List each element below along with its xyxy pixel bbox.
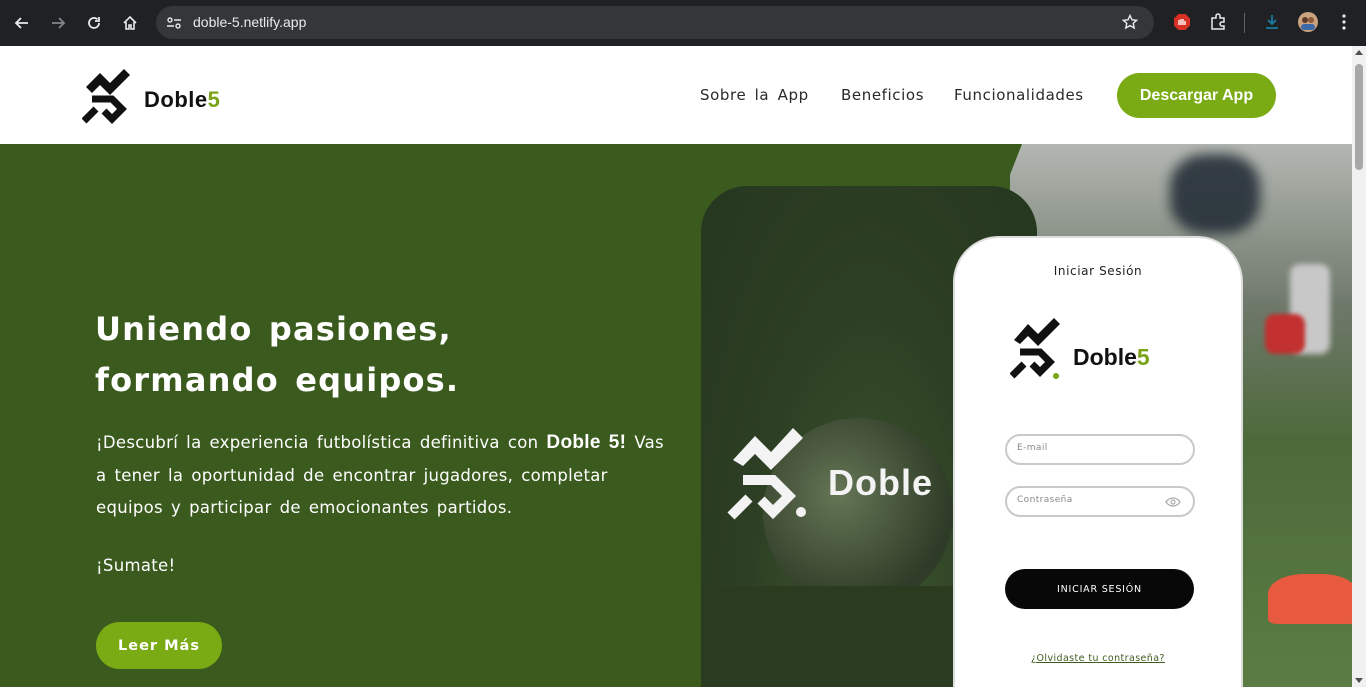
site-logo[interactable]: Doble5 xyxy=(81,65,257,125)
scrollbar-thumb[interactable] xyxy=(1355,64,1363,170)
extensions-icon[interactable] xyxy=(1205,9,1231,35)
phone-logo-mark-icon xyxy=(1009,318,1060,379)
bookmark-star-icon[interactable] xyxy=(1121,13,1139,34)
hero-title: Uniendo pasiones, formando equipos. xyxy=(95,310,460,399)
email-field[interactable]: E-mail xyxy=(1005,434,1195,465)
menu-icon[interactable] xyxy=(1331,9,1357,35)
reload-icon[interactable] xyxy=(80,9,108,37)
scroll-down-arrow-icon[interactable] xyxy=(1355,678,1363,683)
site-header: Doble5 Sobre la App Beneficios Funcional… xyxy=(0,46,1352,144)
hero-brand-name: Doble 5! xyxy=(546,432,627,453)
download-app-button[interactable]: Descargar App xyxy=(1117,73,1276,118)
hero-section: Doble Iniciar Sesión Doble5 E-mail Contr… xyxy=(0,144,1352,687)
nav-link-beneficios[interactable]: Beneficios xyxy=(841,86,924,104)
card-logo-mark-icon xyxy=(727,428,806,520)
password-field[interactable]: Contraseña xyxy=(1005,486,1195,517)
logo-text: Doble5 xyxy=(144,87,221,112)
profile-avatar-icon[interactable] xyxy=(1295,9,1321,35)
card-logo-text: Doble xyxy=(828,462,934,503)
phone-logo-text: Doble5 xyxy=(1073,344,1150,370)
hero-sumate: ¡Sumate! xyxy=(96,556,176,575)
download-icon[interactable] xyxy=(1259,9,1285,35)
show-password-eye-icon[interactable] xyxy=(1165,497,1181,507)
site-info-icon[interactable] xyxy=(166,15,182,34)
scroll-up-arrow-icon[interactable] xyxy=(1355,50,1363,55)
forgot-password-link[interactable]: ¿Olvidaste tu contraseña? xyxy=(955,653,1241,664)
login-title: Iniciar Sesión xyxy=(1053,264,1143,278)
back-icon[interactable] xyxy=(8,9,36,37)
login-button[interactable]: INICIAR SESIÓN xyxy=(1005,569,1194,609)
forward-icon[interactable] xyxy=(44,9,72,37)
nav-link-funcionalidades[interactable]: Funcionalidades xyxy=(954,86,1084,104)
page-viewport: Doble5 Sobre la App Beneficios Funcional… xyxy=(0,46,1366,687)
address-bar[interactable]: doble-5.netlify.app xyxy=(156,6,1154,39)
adblock-icon[interactable] xyxy=(1169,9,1195,35)
logo-mark-icon xyxy=(81,69,130,124)
url-text[interactable]: doble-5.netlify.app xyxy=(193,14,306,30)
browser-toolbar: doble-5.netlify.app xyxy=(0,0,1366,46)
read-more-button[interactable]: Leer Más xyxy=(96,622,222,669)
hero-description: ¡Descubrí la experiencia futbolística de… xyxy=(96,432,664,518)
toolbar-separator xyxy=(1244,13,1245,33)
home-icon[interactable] xyxy=(116,9,144,37)
page-scrollbar[interactable] xyxy=(1352,46,1366,687)
phone-logo: Doble5 xyxy=(1009,316,1190,386)
nav-link-sobre-la-app[interactable]: Sobre la App xyxy=(700,86,809,104)
phone-mockup: Iniciar Sesión Doble5 E-mail Contraseña … xyxy=(953,236,1243,687)
